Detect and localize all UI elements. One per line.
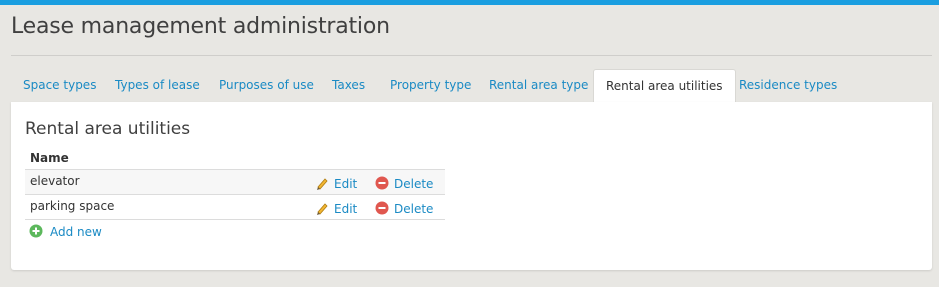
table-row: parking space Edit Delete bbox=[25, 195, 445, 220]
utilities-table: Name elevator Edit Delete parking space bbox=[25, 149, 445, 220]
tab-property-type[interactable]: Property type bbox=[390, 69, 471, 102]
page-title: Lease management administration bbox=[11, 14, 390, 39]
delete-label: Delete bbox=[394, 202, 434, 216]
tab-taxes[interactable]: Taxes bbox=[332, 69, 365, 102]
row-name: parking space bbox=[30, 199, 115, 213]
minus-circle-icon bbox=[375, 176, 389, 190]
tab-bar: Space types Types of lease Purposes of u… bbox=[11, 69, 932, 103]
pencil-icon bbox=[317, 178, 328, 190]
tab-rental-area-utilities[interactable]: Rental area utilities bbox=[593, 69, 736, 103]
content-panel: Rental area utilities Name elevator Edit… bbox=[11, 102, 932, 270]
row-name: elevator bbox=[30, 174, 80, 188]
tab-residence-types[interactable]: Residence types bbox=[739, 69, 837, 102]
tab-types-of-lease[interactable]: Types of lease bbox=[115, 69, 200, 102]
top-accent-bar bbox=[0, 0, 939, 5]
column-header-name: Name bbox=[25, 149, 445, 170]
plus-circle-icon bbox=[29, 224, 43, 238]
table-row: elevator Edit Delete bbox=[25, 170, 445, 195]
tab-purposes-of-use[interactable]: Purposes of use bbox=[219, 69, 314, 102]
title-divider bbox=[11, 55, 932, 56]
add-new-label: Add new bbox=[50, 225, 102, 239]
delete-label: Delete bbox=[394, 177, 434, 191]
pencil-icon bbox=[317, 203, 328, 215]
tab-space-types[interactable]: Space types bbox=[23, 69, 96, 102]
edit-label: Edit bbox=[334, 177, 358, 191]
panel-title: Rental area utilities bbox=[25, 119, 191, 139]
minus-circle-icon bbox=[375, 201, 389, 215]
tab-rental-area-type[interactable]: Rental area type bbox=[489, 69, 588, 102]
edit-label: Edit bbox=[334, 202, 358, 216]
